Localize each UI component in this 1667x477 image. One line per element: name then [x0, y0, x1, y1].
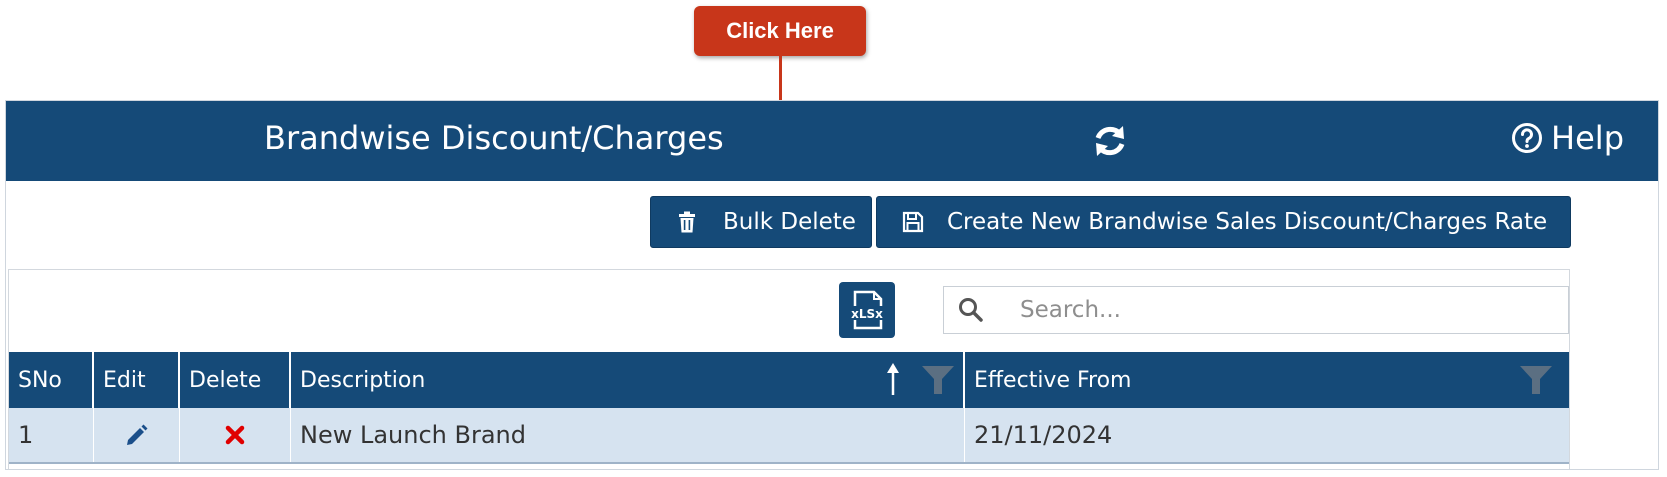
- column-header-effective-from[interactable]: Effective From: [965, 352, 1569, 408]
- column-header-sno[interactable]: SNo: [9, 352, 94, 408]
- column-label: Effective From: [974, 367, 1132, 393]
- cell-effective-from: 21/11/2024: [974, 421, 1113, 449]
- column-label: Delete: [189, 367, 262, 393]
- refresh-icon[interactable]: [1090, 121, 1130, 161]
- filter-icon[interactable]: [1519, 364, 1553, 396]
- column-header-delete: Delete: [180, 352, 291, 408]
- column-label: SNo: [18, 367, 62, 393]
- create-new-rate-label: Create New Brandwise Sales Discount/Char…: [947, 209, 1548, 235]
- callout-label: Click Here: [726, 18, 834, 43]
- sort-ascending-icon[interactable]: [883, 362, 903, 398]
- column-label: Description: [300, 367, 426, 393]
- table-header: SNo Edit Delete Description Effective Fr…: [9, 352, 1569, 408]
- help-label: Help: [1551, 119, 1624, 157]
- svg-text:xLSx: xLSx: [851, 307, 883, 321]
- column-header-edit: Edit: [94, 352, 180, 408]
- data-grid: xLSx SNo Edit Delete Description: [8, 269, 1570, 469]
- click-here-callout: Click Here: [694, 6, 866, 56]
- cell-description: New Launch Brand: [291, 408, 965, 462]
- search-icon: [959, 298, 983, 322]
- column-header-description[interactable]: Description: [291, 352, 965, 408]
- main-panel: Brandwise Discount/Charges Help Bulk Del…: [5, 100, 1659, 470]
- save-icon: [902, 211, 924, 233]
- filter-icon[interactable]: [921, 364, 955, 396]
- help-button[interactable]: Help: [1511, 119, 1624, 157]
- search-box[interactable]: [943, 286, 1569, 334]
- xlsx-export-icon: xLSx: [849, 290, 885, 330]
- delete-cell[interactable]: [180, 408, 291, 462]
- export-xlsx-button[interactable]: xLSx: [839, 282, 895, 338]
- bulk-delete-label: Bulk Delete: [723, 209, 856, 235]
- pencil-icon[interactable]: [124, 422, 150, 448]
- column-label: Edit: [103, 367, 146, 393]
- create-new-rate-button[interactable]: Create New Brandwise Sales Discount/Char…: [876, 196, 1571, 248]
- page-header: Brandwise Discount/Charges Help: [6, 101, 1658, 181]
- trash-icon: [679, 211, 695, 233]
- page-title: Brandwise Discount/Charges: [264, 119, 724, 157]
- table-row: 1 New Launch Brand 21/11/2024: [9, 408, 1569, 464]
- x-icon[interactable]: [222, 422, 248, 448]
- question-circle-icon: [1512, 123, 1543, 153]
- search-input[interactable]: [1020, 297, 1540, 323]
- edit-cell[interactable]: [94, 408, 180, 462]
- bulk-delete-button[interactable]: Bulk Delete: [650, 196, 872, 248]
- cell-sno: 1: [9, 408, 94, 462]
